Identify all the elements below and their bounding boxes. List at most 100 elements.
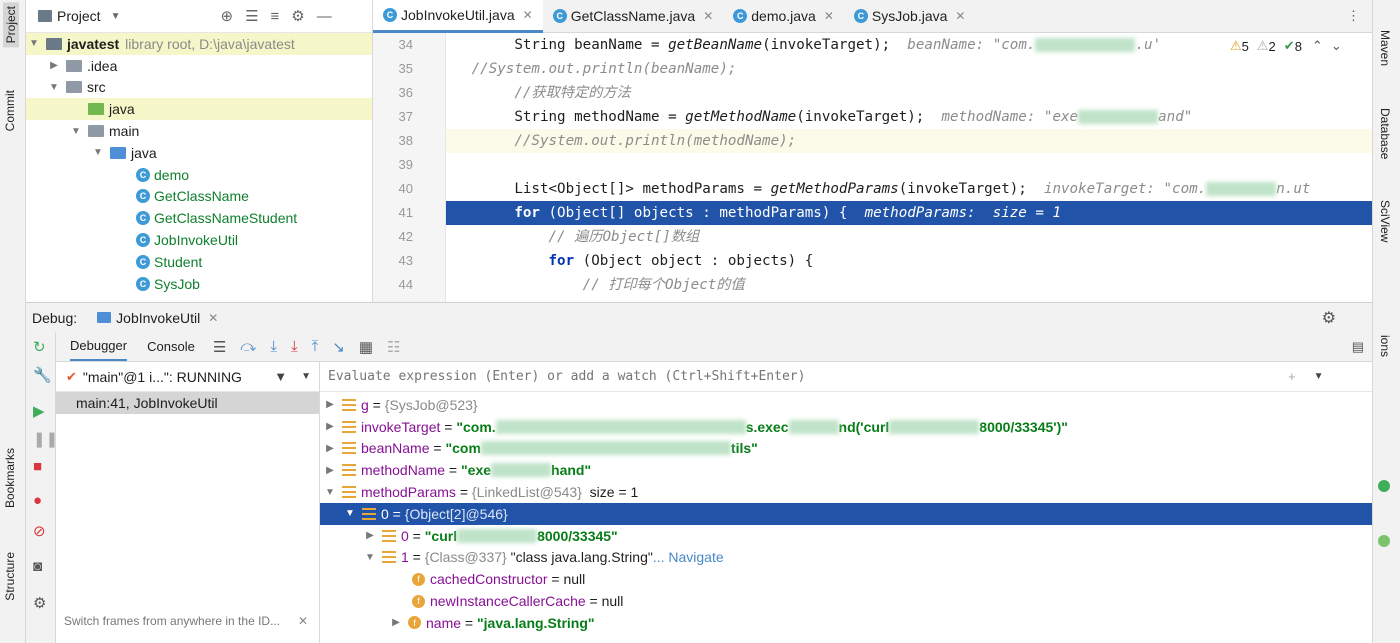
step-out-icon[interactable]: ⤒ xyxy=(312,338,319,355)
chevron-right-icon[interactable]: ▶ xyxy=(324,399,336,410)
close-icon[interactable]: ✕ xyxy=(955,9,965,23)
inspections-widget[interactable]: ⚠ 5 ⚠ 2 ✔ 8 ⌃ ⌄ xyxy=(1230,36,1342,56)
chevron-right-icon[interactable]: ▶ xyxy=(364,530,376,541)
tab-console[interactable]: Console xyxy=(147,339,195,354)
thread-selector[interactable]: ✔ "main"@1 i...": RUNNING ▼ ▼ xyxy=(56,362,319,392)
resume-icon[interactable]: ▶ xyxy=(33,402,45,420)
step-over-icon[interactable]: ⤓ xyxy=(270,338,277,355)
structure-tool-tab[interactable]: Structure xyxy=(3,552,17,601)
chevron-right-icon[interactable]: ▶ xyxy=(390,617,402,628)
tree-item[interactable]: ▼ src xyxy=(26,77,372,99)
locate-icon[interactable]: ⊕ xyxy=(220,7,233,25)
run-to-cursor-icon[interactable]: ↘ xyxy=(332,338,345,356)
close-icon[interactable]: ✕ xyxy=(824,9,834,23)
commit-tool-tab[interactable]: Commit xyxy=(3,90,17,131)
tab-jobinvokeutil[interactable]: C JobInvokeUtil.java ✕ xyxy=(373,0,543,33)
tree-item[interactable]: ▼ java xyxy=(26,142,372,164)
tree-item[interactable]: ▼ main xyxy=(26,120,372,142)
chevron-down-icon[interactable]: ▼ xyxy=(111,11,121,22)
navigate-link[interactable]: ... Navigate xyxy=(653,549,724,565)
chevron-down-icon[interactable]: ▼ xyxy=(70,126,82,137)
chevron-down-icon[interactable]: ▼ xyxy=(364,552,376,563)
tree-item-class[interactable]: C GetClassNameStudent xyxy=(26,207,372,229)
variable-row[interactable]: ▶ methodName = "exe hand" xyxy=(320,459,1372,481)
variable-row[interactable]: ▶ g = {SysJob@523} xyxy=(320,394,1372,416)
layout-icon[interactable]: ▤ xyxy=(1352,339,1364,355)
editor-tab-bar: C JobInvokeUtil.java ✕ C GetClassName.ja… xyxy=(373,0,1372,33)
filter-icon[interactable]: ▼ xyxy=(274,369,287,384)
chevron-down-icon[interactable]: ▼ xyxy=(48,82,60,93)
mute-breakpoints-icon[interactable]: ⊘ xyxy=(33,522,46,540)
rerun-icon[interactable]: ↻ xyxy=(33,338,46,356)
add-watch-icon[interactable]: + xyxy=(1288,369,1296,384)
close-icon[interactable]: ✕ xyxy=(298,614,308,628)
chevron-down-icon[interactable]: ▼ xyxy=(301,371,311,382)
database-tool-tab[interactable]: Database xyxy=(1378,108,1392,159)
variable-row[interactable]: ▼ 1 = {Class@337} "class java.lang.Strin… xyxy=(320,547,1372,569)
variable-row[interactable]: ▶ f name = "java.lang.String" xyxy=(320,612,1372,634)
tree-item-class[interactable]: C JobInvokeUtil xyxy=(26,229,372,251)
close-icon[interactable]: ✕ xyxy=(208,311,218,325)
variable-row[interactable]: f cachedConstructor = null xyxy=(320,568,1372,590)
chevron-down-icon[interactable]: ⌄ xyxy=(1331,38,1342,54)
variable-row[interactable]: ▼ methodParams = {LinkedList@543} size =… xyxy=(320,481,1372,503)
variable-row[interactable]: ▶ invokeTarget = "com. s.exec nd('curl 8000… xyxy=(320,416,1372,438)
camera-icon[interactable]: ◙ xyxy=(33,558,42,575)
project-panel-title[interactable]: Project xyxy=(57,8,101,24)
variable-row[interactable]: f newInstanceCallerCache = null xyxy=(320,590,1372,612)
sciview-tool-tab[interactable]: SciView xyxy=(1378,200,1392,242)
tree-item[interactable]: java xyxy=(26,98,372,121)
tree-item[interactable]: ▶ .idea xyxy=(26,55,372,77)
settings-wrench-icon[interactable]: 🔧 xyxy=(33,366,52,384)
view-breakpoints-icon[interactable]: ● xyxy=(33,492,42,509)
tree-item-class[interactable]: C SysJob xyxy=(26,273,372,295)
variable-row-selected[interactable]: ▼ 0 = {Object[2]@546} xyxy=(320,502,1372,525)
minimize-icon[interactable]: — xyxy=(317,8,332,25)
collapse-all-icon[interactable]: ≡ xyxy=(271,8,280,25)
trace-icon[interactable]: ☷ xyxy=(387,338,400,356)
chevron-right-icon[interactable]: ▶ xyxy=(48,60,60,71)
chevron-down-icon[interactable]: ▼ xyxy=(92,147,104,158)
show-execution-point-icon[interactable]: ⤼ xyxy=(240,338,256,355)
chevron-right-icon[interactable]: ▶ xyxy=(324,443,336,454)
code-line: for (Object object : objects) { xyxy=(548,253,814,269)
chevron-right-icon[interactable]: ▶ xyxy=(324,421,336,432)
notifications-tool-tab[interactable]: ions xyxy=(1378,335,1392,357)
code-editor[interactable]: String beanName = getBeanName(invokeTarg… xyxy=(446,33,1372,302)
tab-getclassname[interactable]: C GetClassName.java ✕ xyxy=(543,0,724,33)
tab-demo[interactable]: C demo.java ✕ xyxy=(723,0,844,33)
more-vertical-icon[interactable]: ⋮ xyxy=(1347,8,1360,24)
tab-debugger[interactable]: Debugger xyxy=(70,332,128,361)
maven-tool-tab[interactable]: Maven xyxy=(1378,30,1392,66)
gear-icon[interactable]: ⚙ xyxy=(33,594,46,612)
tab-sysjob[interactable]: C SysJob.java ✕ xyxy=(844,0,976,33)
bookmarks-tool-tab[interactable]: Bookmarks xyxy=(3,448,17,508)
watch-expression-input[interactable] xyxy=(328,369,1288,384)
debug-session-tab[interactable]: JobInvokeUtil xyxy=(116,310,200,326)
step-into-icon[interactable]: ⤓ xyxy=(291,338,298,355)
line-number: 38 xyxy=(398,133,413,148)
close-icon[interactable]: ✕ xyxy=(523,8,533,22)
tree-item-class[interactable]: C Student xyxy=(26,251,372,273)
stack-frame[interactable]: main:41, JobInvokeUtil xyxy=(56,392,319,414)
stop-icon[interactable]: ■ xyxy=(33,458,42,475)
project-tool-tab[interactable]: Project xyxy=(3,2,19,48)
chevron-down-icon[interactable]: ▼ xyxy=(1314,371,1324,382)
pause-icon[interactable]: ❚❚ xyxy=(33,430,58,448)
variable-row[interactable]: ▶ 0 = "curl 8000/33345" xyxy=(320,525,1372,547)
gear-icon[interactable]: ⚙ xyxy=(291,7,304,25)
chevron-down-icon[interactable]: ▼ xyxy=(324,487,336,498)
chevron-down-icon[interactable]: ▼ xyxy=(344,508,356,519)
tree-item-class[interactable]: C GetClassName xyxy=(26,186,372,208)
gear-icon[interactable]: ⚙ xyxy=(1322,308,1336,328)
close-icon[interactable]: ✕ xyxy=(703,9,713,23)
chevron-right-icon[interactable]: ▶ xyxy=(324,465,336,476)
chevron-down-icon[interactable]: ▼ xyxy=(28,38,40,49)
expand-all-icon[interactable]: ☰ xyxy=(245,7,258,25)
layout-menu-icon[interactable]: ☰ xyxy=(213,338,226,356)
evaluate-expression-icon[interactable]: ▦ xyxy=(359,338,373,356)
variable-row[interactable]: ▶ beanName = "com tils" xyxy=(320,438,1372,460)
tree-item-class[interactable]: C demo xyxy=(26,164,372,186)
chevron-up-icon[interactable]: ⌃ xyxy=(1312,38,1323,54)
tree-root-javatest[interactable]: ▼ javatest library root, D:\java\javates… xyxy=(26,33,372,55)
